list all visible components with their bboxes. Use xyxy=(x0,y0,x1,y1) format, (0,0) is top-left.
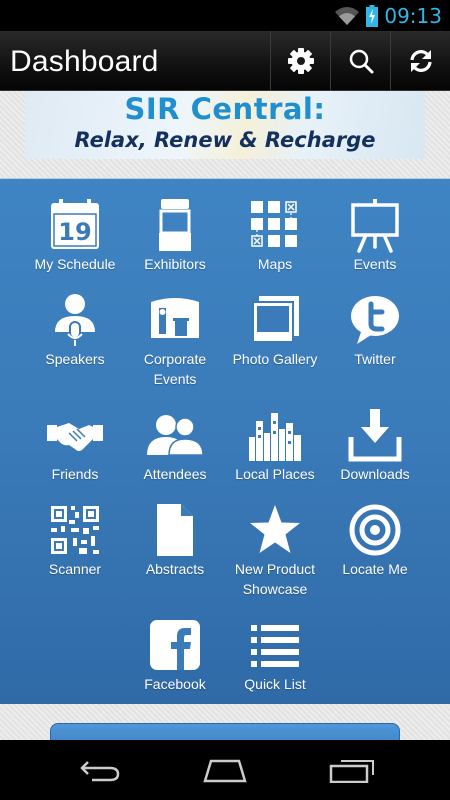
tile-friends[interactable]: Friends xyxy=(20,407,130,484)
document-icon xyxy=(157,504,193,556)
tile-downloads[interactable]: Downloads xyxy=(320,407,430,484)
tile-events[interactable]: Events xyxy=(320,197,430,274)
tile-abstracts[interactable]: Abstracts xyxy=(120,502,230,579)
battery-icon xyxy=(366,5,379,27)
tile-label: Events xyxy=(353,256,397,272)
home-icon xyxy=(203,759,247,783)
tile-label: Twitter xyxy=(354,351,396,367)
tile-label: Local Places xyxy=(235,466,315,482)
calendar-icon: 19 xyxy=(51,199,99,249)
svg-text:19: 19 xyxy=(58,218,91,246)
tile-label: My Schedule xyxy=(34,256,116,272)
refresh-icon xyxy=(409,50,432,72)
photo-icon xyxy=(252,296,299,343)
tile-label: Quick List xyxy=(244,676,306,692)
handshake-icon xyxy=(47,423,103,451)
people-icon xyxy=(147,415,203,456)
tile-label: Downloads xyxy=(340,466,410,482)
tile-photo-gallery[interactable]: Photo Gallery xyxy=(220,292,330,369)
download-icon xyxy=(348,409,402,462)
tile-label: Locate Me xyxy=(342,561,408,577)
promo-banner[interactable]: SIR Central: Relax, Renew & Recharge xyxy=(25,91,425,159)
tile-locate-me[interactable]: Locate Me xyxy=(320,502,430,579)
tile-label: Speakers xyxy=(45,351,105,367)
dashboard-grid: 19 My Schedule Exhibitors Maps Events Sp… xyxy=(0,178,450,704)
tile-scanner[interactable]: Scanner xyxy=(20,502,130,579)
tile-facebook[interactable]: Facebook xyxy=(120,617,230,694)
settings-button[interactable] xyxy=(270,31,330,91)
tile-label: Photo Gallery xyxy=(232,351,318,367)
facebook-icon xyxy=(150,620,200,670)
map-grid-icon xyxy=(251,201,297,247)
tile-label-line2: Events xyxy=(153,371,197,387)
gear-icon xyxy=(287,48,314,74)
tile-local-places[interactable]: Local Places xyxy=(220,407,330,484)
banner-area: SIR Central: Relax, Renew & Recharge xyxy=(0,91,450,178)
tile-corporate-events[interactable]: Corporate Events xyxy=(120,292,230,389)
tile-label-line1: Corporate xyxy=(143,351,207,367)
wifi-icon xyxy=(335,7,360,25)
tile-maps[interactable]: Maps xyxy=(220,197,330,274)
corporate-booth-icon xyxy=(151,298,199,338)
list-icon xyxy=(251,625,299,667)
tile-new-product-showcase[interactable]: New Product Showcase xyxy=(220,502,330,599)
status-bar: 09:13 xyxy=(0,0,450,31)
recents-icon xyxy=(329,760,374,783)
tile-label: Facebook xyxy=(144,676,206,692)
back-button[interactable] xyxy=(70,750,130,790)
tile-exhibitors[interactable]: Exhibitors xyxy=(120,197,230,274)
banner-title: SIR Central: xyxy=(124,92,326,126)
home-button[interactable] xyxy=(195,750,255,790)
back-icon xyxy=(80,761,120,782)
system-nav-bar xyxy=(0,740,450,800)
page-title: Dashboard xyxy=(10,45,159,78)
star-icon xyxy=(250,505,300,553)
tile-speakers[interactable]: Speakers xyxy=(20,292,130,369)
tile-label: Attendees xyxy=(143,466,207,482)
recents-button[interactable] xyxy=(322,750,382,790)
tile-quick-list[interactable]: Quick List xyxy=(220,617,330,694)
bottom-strip xyxy=(0,704,450,753)
twitter-icon xyxy=(351,296,399,344)
tile-label-line2: Showcase xyxy=(242,581,308,597)
search-button[interactable] xyxy=(330,31,390,91)
app-header: Dashboard xyxy=(0,31,450,91)
tile-label: Maps xyxy=(257,256,293,272)
skyline-icon xyxy=(249,413,301,461)
booth-icon xyxy=(159,199,191,251)
tile-label: Friends xyxy=(51,466,99,482)
speaker-icon xyxy=(55,294,95,346)
status-time: 09:13 xyxy=(384,4,442,28)
search-icon xyxy=(349,49,373,74)
tile-attendees[interactable]: Attendees xyxy=(120,407,230,484)
banner-subtitle: Relax, Renew & Recharge xyxy=(74,128,376,152)
tile-twitter[interactable]: Twitter xyxy=(320,292,430,369)
tile-label: Abstracts xyxy=(145,561,205,577)
tile-my-schedule[interactable]: 19 My Schedule xyxy=(20,197,130,274)
refresh-button[interactable] xyxy=(390,31,450,91)
qr-code-icon xyxy=(51,506,99,554)
target-icon xyxy=(349,504,401,556)
easel-icon xyxy=(351,199,399,253)
tile-label: Exhibitors xyxy=(144,256,206,272)
tile-label: Scanner xyxy=(48,561,102,577)
tile-label-line1: New Product xyxy=(234,561,316,577)
